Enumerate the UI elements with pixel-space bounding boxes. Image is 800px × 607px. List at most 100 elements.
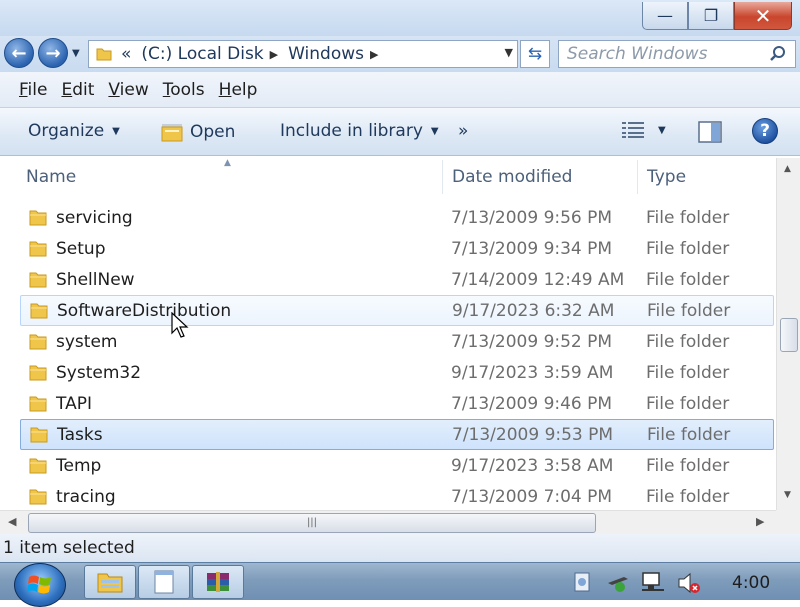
taskbar-winrar-button[interactable] <box>192 565 244 599</box>
list-item[interactable]: TAPI 7/13/2009 9:46 PM File folder <box>20 389 774 420</box>
network-icon[interactable] <box>640 571 666 595</box>
refresh-button[interactable]: ⇆ <box>520 40 550 68</box>
horizontal-scrollbar[interactable]: ◀ ||| ▶ <box>0 510 776 534</box>
network-status-icon[interactable] <box>606 571 632 593</box>
folder-icon <box>29 334 47 350</box>
change-view-button[interactable]: ▼ <box>622 121 666 139</box>
maximize-button[interactable]: ❐ <box>688 2 734 30</box>
file-type: File folder <box>646 239 730 259</box>
scroll-down-icon[interactable]: ▼ <box>784 490 791 500</box>
horizontal-scroll-thumb[interactable]: ||| <box>28 513 596 533</box>
file-name: System32 <box>56 363 142 383</box>
file-name: ShellNew <box>56 270 135 290</box>
caption-buttons: — ❐ ✕ <box>642 2 792 30</box>
close-button[interactable]: ✕ <box>734 2 792 30</box>
column-header-date[interactable]: Date modified <box>452 158 636 196</box>
file-name: SoftwareDistribution <box>57 301 232 321</box>
volume-muted-icon[interactable] <box>676 571 702 595</box>
close-icon: ✕ <box>754 3 772 28</box>
back-arrow-icon: ← <box>11 42 27 64</box>
back-button[interactable]: ← <box>4 38 34 68</box>
file-type: File folder <box>646 487 730 507</box>
scroll-left-icon[interactable]: ◀ <box>8 515 16 528</box>
list-item[interactable]: System32 9/17/2023 3:59 AM File folder <box>20 358 774 389</box>
minimize-icon: — <box>657 6 673 25</box>
scroll-up-icon[interactable]: ▲ <box>784 164 791 174</box>
open-button[interactable]: Open <box>160 121 235 143</box>
maximize-icon: ❐ <box>703 6 719 25</box>
command-bar: Organize ▼ Open Include in library ▼ » ▼… <box>0 108 800 156</box>
start-button[interactable] <box>14 563 66 607</box>
taskbar-notepad-button[interactable] <box>138 565 190 599</box>
refresh-icon: ⇆ <box>527 44 543 64</box>
selection-status: 1 item selected <box>3 538 135 558</box>
file-list: servicing 7/13/2009 9:56 PM File folder … <box>0 203 776 510</box>
file-name: servicing <box>56 208 133 228</box>
file-date: 7/14/2009 12:49 AM <box>451 270 625 290</box>
column-header-type[interactable]: Type <box>647 158 767 196</box>
recent-pages-dropdown-icon[interactable]: ▼ <box>72 48 80 59</box>
breadcrumb-windows[interactable]: Windows <box>288 44 364 64</box>
list-item[interactable]: tracing 7/13/2009 7:04 PM File folder <box>20 482 774 510</box>
explorer-window: — ❐ ✕ ← → ▼ « (C:) Local Disk ▶ Windows … <box>0 0 800 562</box>
list-item[interactable]: Setup 7/13/2009 9:34 PM File folder <box>20 234 774 265</box>
menu-view[interactable]: View <box>108 80 148 100</box>
title-bar[interactable]: — ❐ ✕ <box>0 0 800 36</box>
file-date: 7/13/2009 7:04 PM <box>451 487 613 507</box>
breadcrumb-separator-icon[interactable]: ▶ <box>370 48 378 61</box>
file-type: File folder <box>646 394 730 414</box>
search-icon <box>770 46 785 61</box>
search-box[interactable] <box>558 40 796 68</box>
column-divider[interactable] <box>637 160 638 194</box>
address-bar[interactable]: « (C:) Local Disk ▶ Windows ▶ ▼ <box>88 40 518 68</box>
column-divider[interactable] <box>442 160 443 194</box>
file-name: Tasks <box>57 425 103 445</box>
folder-icon <box>96 48 112 61</box>
organize-button[interactable]: Organize ▼ <box>28 121 120 141</box>
organize-label: Organize <box>28 121 105 141</box>
details-view-icon <box>622 122 644 138</box>
file-date: 9/17/2023 3:59 AM <box>451 363 614 383</box>
list-item[interactable]: system 7/13/2009 9:52 PM File folder <box>20 327 774 358</box>
breadcrumb-overflow[interactable]: « <box>121 44 131 64</box>
file-explorer-icon <box>97 573 123 593</box>
address-dropdown-icon[interactable]: ▼ <box>505 46 513 59</box>
folder-icon <box>29 458 47 474</box>
taskbar-explorer-button[interactable] <box>84 565 136 599</box>
menu-tools[interactable]: Tools <box>163 80 205 100</box>
help-icon[interactable]: ? <box>752 118 778 144</box>
search-input[interactable] <box>567 44 767 64</box>
menu-help[interactable]: Help <box>219 80 258 100</box>
list-item-selected[interactable]: Tasks 7/13/2009 9:53 PM File folder <box>20 419 774 450</box>
file-date: 9/17/2023 3:58 AM <box>451 456 614 476</box>
forward-button[interactable]: → <box>38 38 68 68</box>
menu-edit[interactable]: Edit <box>61 80 94 100</box>
list-item[interactable]: ShellNew 7/14/2009 12:49 AM File folder <box>20 265 774 296</box>
breadcrumb-separator-icon[interactable]: ▶ <box>270 48 278 61</box>
taskbar-clock[interactable]: 4:00 <box>732 573 770 593</box>
more-commands-button[interactable]: » <box>458 121 468 141</box>
breadcrumb-local-disk[interactable]: (C:) Local Disk <box>141 44 263 64</box>
scroll-right-icon[interactable]: ▶ <box>756 515 764 528</box>
file-type: File folder <box>646 270 730 290</box>
forward-arrow-icon: → <box>45 42 61 64</box>
file-date: 7/13/2009 9:34 PM <box>451 239 613 259</box>
preview-pane-button[interactable] <box>698 121 722 143</box>
minimize-button[interactable]: — <box>642 2 688 30</box>
folder-icon <box>29 489 47 505</box>
list-item[interactable]: Temp 9/17/2023 3:58 AM File folder <box>20 451 774 482</box>
vertical-scrollbar[interactable]: ▲ ▼ <box>776 158 800 510</box>
list-item-hovered[interactable]: SoftwareDistribution 9/17/2023 6:32 AM F… <box>20 295 774 338</box>
chevron-down-icon[interactable]: ▼ <box>658 125 666 136</box>
folder-icon <box>29 365 47 381</box>
column-header-name[interactable]: Name <box>26 158 442 196</box>
menu-file[interactable]: File <box>19 80 47 100</box>
file-type: File folder <box>646 363 730 383</box>
file-date: 7/13/2009 9:46 PM <box>451 394 613 414</box>
folder-icon <box>29 210 47 226</box>
list-item[interactable]: servicing 7/13/2009 9:56 PM File folder <box>20 203 774 234</box>
include-in-library-button[interactable]: Include in library ▼ <box>280 121 439 141</box>
vertical-scroll-thumb[interactable] <box>780 318 798 352</box>
taskbar: 4:00 <box>0 562 800 607</box>
action-center-icon[interactable] <box>572 571 592 593</box>
